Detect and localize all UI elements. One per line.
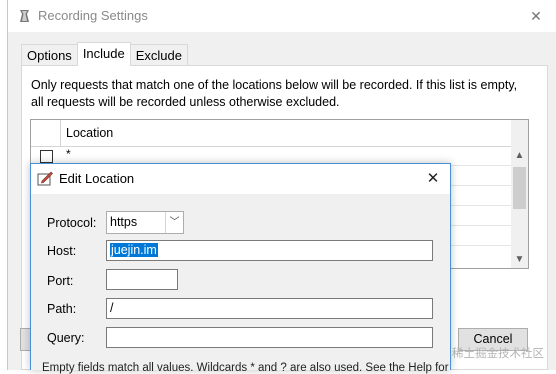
protocol-label: Protocol: xyxy=(47,216,97,230)
row-checkbox[interactable] xyxy=(40,150,53,163)
window-title: Recording Settings xyxy=(38,8,148,23)
query-label: Query: xyxy=(47,331,85,345)
tab-include[interactable]: Include xyxy=(76,42,131,66)
watermark: @稀土掘金技术社区 xyxy=(440,348,544,360)
scroll-thumb[interactable] xyxy=(513,167,526,209)
host-value: juejin.im xyxy=(110,243,158,257)
row-location: * xyxy=(66,147,71,161)
query-input[interactable] xyxy=(106,327,433,348)
dialog-footnote: Empty fields match all values. Wildcards… xyxy=(42,362,449,374)
port-label: Port: xyxy=(47,274,74,288)
protocol-select[interactable]: https ﹀ xyxy=(106,211,184,234)
host-input[interactable]: juejin.im xyxy=(106,240,433,261)
location-column-header[interactable]: Location xyxy=(66,126,113,140)
charles-vase-icon xyxy=(20,10,29,22)
port-input[interactable] xyxy=(106,269,178,290)
tab-exclude[interactable]: Exclude xyxy=(129,44,188,66)
host-label: Host: xyxy=(47,244,77,258)
protocol-value: https xyxy=(110,215,138,229)
main-titlebar[interactable]: Recording Settings ✕ xyxy=(8,0,556,32)
include-description: Only requests that match one of the loca… xyxy=(31,78,518,109)
scroll-down-icon[interactable]: ▼ xyxy=(511,251,528,268)
tab-bar: Options Include Exclude xyxy=(21,42,188,66)
path-input[interactable]: / xyxy=(106,298,433,319)
path-label: Path: xyxy=(47,302,77,316)
close-icon[interactable]: ✕ xyxy=(516,0,556,32)
tab-options[interactable]: Options xyxy=(21,44,78,66)
vertical-scrollbar[interactable]: ▲ ▼ xyxy=(511,120,528,268)
close-icon[interactable]: ✕ xyxy=(416,164,450,194)
edit-location-icon xyxy=(37,171,53,186)
chevron-down-icon[interactable]: ﹀ xyxy=(165,212,183,233)
dialog-title: Edit Location xyxy=(59,171,135,186)
scroll-up-icon[interactable]: ▲ xyxy=(511,147,528,164)
select-column-header xyxy=(31,120,61,147)
table-header: Location xyxy=(31,120,512,147)
dialog-titlebar[interactable]: Edit Location ✕ xyxy=(31,164,450,194)
edit-location-dialog: Edit Location ✕ Protocol: https ﹀ Host: … xyxy=(30,163,451,374)
